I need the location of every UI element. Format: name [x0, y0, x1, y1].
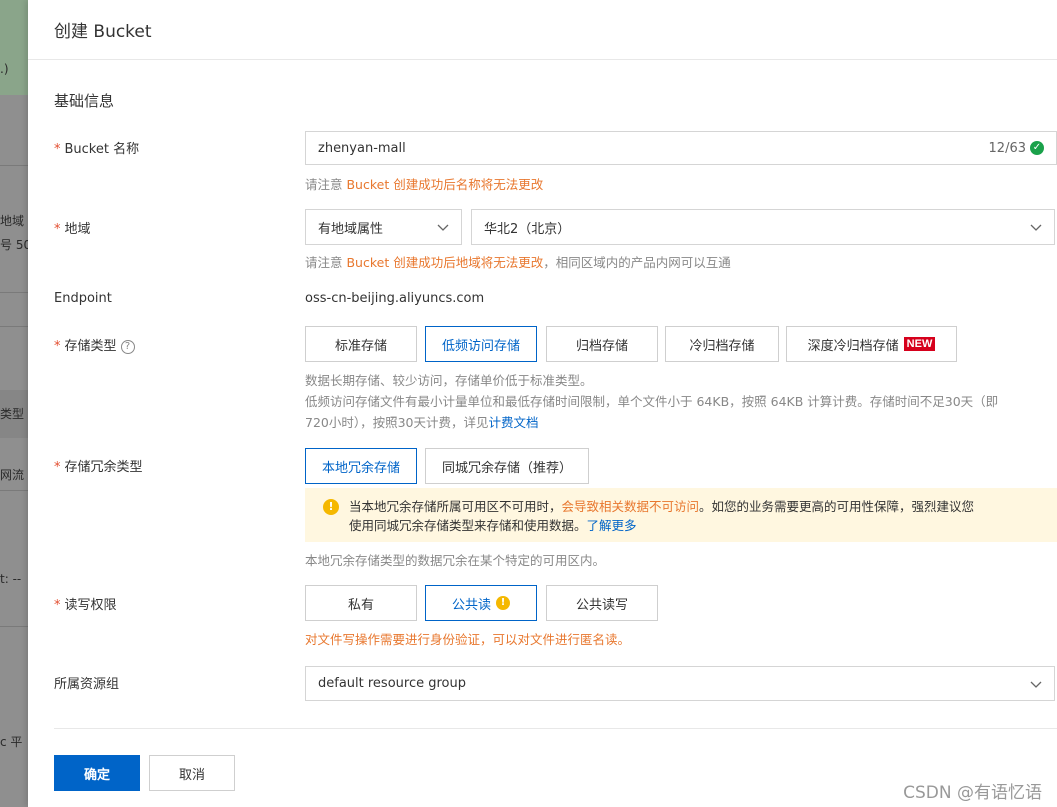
drawer-header: 创建 Bucket [28, 0, 1057, 60]
background-text: c 平 [0, 735, 23, 749]
endpoint-label: Endpoint [54, 291, 112, 306]
background-text: 类型 [0, 407, 25, 421]
footer-divider [54, 728, 1057, 729]
confirm-button[interactable]: 确定 [54, 755, 140, 791]
redundancy-hint: 本地冗余存储类型的数据冗余在某个特定的可用区内。 [305, 553, 606, 568]
section-title: 基础信息 [54, 92, 115, 110]
endpoint-value: oss-cn-beijing.aliyuncs.com [305, 291, 485, 306]
region-attribute-select[interactable]: 有地域属性 [305, 209, 462, 245]
alert-line-1: 当本地冗余存储所属可用区不可用时，会导致相关数据不可访问。如您的业务需要更高的可… [349, 497, 1045, 516]
char-counter: 12/63 [988, 140, 1026, 156]
cancel-button[interactable]: 取消 [149, 755, 235, 791]
storage-option-standard[interactable]: 标准存储 [305, 326, 417, 362]
alert-line-2: 使用同城冗余存储类型来存储和使用数据。了解更多 [349, 516, 1045, 535]
storage-class-hint-3: 720小时），按照30天计费，详见计费文档 [305, 412, 539, 431]
storage-class-hint-1: 数据长期存储、较少访问，存储单价低于标准类型。 [305, 373, 593, 388]
required-marker: * [54, 598, 61, 613]
resource-group-label: 所属资源组 [54, 677, 120, 692]
label-text: Bucket 名称 [64, 142, 140, 157]
option-label: 公共读 [451, 597, 491, 613]
drawer-title: 创建 Bucket [54, 22, 152, 42]
redundancy-option-zrs[interactable]: 同城冗余存储（推荐） [425, 448, 589, 484]
learn-more-link[interactable]: 了解更多 [587, 518, 637, 533]
chevron-down-icon [437, 224, 449, 231]
warning-icon: ! [323, 499, 339, 515]
hint-text: 720小时），按照30天计费，详见 [305, 415, 489, 430]
background-text: t: -- [0, 572, 22, 586]
bucket-name-counter-wrap: 12/63 ✓ [989, 141, 1044, 156]
option-label: 深度冷归档存储 [807, 338, 899, 354]
background-divider [0, 326, 28, 327]
required-marker: * [54, 339, 61, 354]
new-badge: NEW [903, 337, 936, 351]
check-circle-icon: ✓ [1030, 141, 1044, 155]
bucket-name-label: * Bucket 名称 [54, 138, 139, 157]
acl-warning-text: 对文件写操作需要进行身份验证，可以对文件进行匿名读。 [305, 632, 631, 647]
background-divider [0, 165, 28, 166]
hint-warning-text: Bucket 创建成功后名称将无法更改 [346, 177, 544, 192]
storage-class-hint-2: 低频访问存储文件有最小计量单位和最低存储时间限制，单个文件小于 64KB，按照 … [305, 394, 999, 409]
acl-label: * 读写权限 [54, 594, 117, 613]
required-marker: * [54, 222, 61, 237]
background-text: 号 50 [0, 238, 28, 252]
background-divider [0, 626, 28, 627]
background-divider [0, 292, 28, 293]
region-hint: 请注意 Bucket 创建成功后地域将无法更改，相同区域内的产品内网可以互通 [305, 252, 731, 271]
acl-option-private[interactable]: 私有 [305, 585, 417, 621]
chevron-down-icon [1030, 224, 1042, 231]
warning-icon: ! [496, 596, 510, 610]
label-text: 读写权限 [64, 598, 117, 613]
hint-text: 请注意 [305, 255, 347, 270]
alert-warning-text: 会导致相关数据不可访问 [561, 499, 700, 514]
background-text: 地域 [0, 214, 25, 228]
acl-option-public-read-write[interactable]: 公共读写 [546, 585, 658, 621]
alert-text: 。如您的业务需要更高的可用性保障，强烈建议您 [699, 499, 975, 514]
label-text: 存储类型 [64, 339, 117, 354]
select-value: 华北2（北京） [484, 221, 571, 237]
region-label: * 地域 [54, 218, 91, 237]
hint-warning-text: Bucket 创建成功后地域将无法更改 [346, 255, 544, 270]
background-text: .) [0, 62, 9, 76]
storage-class-label: * 存储类型? [54, 335, 135, 354]
chevron-down-icon [1030, 681, 1042, 688]
hint-text: ，相同区域内的产品内网可以互通 [543, 255, 731, 270]
alert-text: 使用同城冗余存储类型来存储和使用数据。 [349, 518, 587, 533]
bucket-name-value: zhenyan-mall [318, 140, 406, 156]
region-select[interactable]: 华北2（北京） [471, 209, 1055, 245]
resource-group-select[interactable]: default resource group [305, 666, 1055, 701]
select-value: default resource group [318, 676, 466, 691]
background-page: .) 地域 号 50 类型 网流 t: -- c 平 [0, 0, 28, 807]
storage-option-archive[interactable]: 归档存储 [546, 326, 658, 362]
storage-option-cold-archive[interactable]: 冷归档存储 [665, 326, 779, 362]
redundancy-label: * 存储冗余类型 [54, 456, 143, 475]
background-text: 网流 [0, 468, 25, 482]
redundancy-warning-alert: ! 当本地冗余存储所属可用区不可用时，会导致相关数据不可访问。如您的业务需要更高… [305, 488, 1057, 542]
acl-option-public-read[interactable]: 公共读! [425, 585, 537, 621]
billing-doc-link[interactable]: 计费文档 [489, 415, 539, 430]
redundancy-option-lrs[interactable]: 本地冗余存储 [305, 448, 417, 484]
storage-option-ia[interactable]: 低频访问存储 [425, 326, 537, 362]
select-value: 有地域属性 [318, 221, 384, 237]
storage-option-deep-cold-archive[interactable]: 深度冷归档存储 NEW [786, 326, 957, 362]
help-icon[interactable]: ? [120, 339, 135, 354]
hint-text: 请注意 [305, 177, 347, 192]
required-marker: * [54, 460, 61, 475]
watermark: CSDN @有语忆语 [903, 783, 1042, 803]
background-banner [0, 0, 28, 95]
bucket-name-input[interactable]: zhenyan-mall 12/63 ✓ [305, 131, 1057, 165]
required-marker: * [54, 142, 61, 157]
create-bucket-drawer: 创建 Bucket 基础信息 * Bucket 名称 zhenyan-mall 1… [28, 0, 1057, 807]
background-divider [0, 490, 28, 491]
bucket-name-hint: 请注意 Bucket 创建成功后名称将无法更改 [305, 174, 543, 193]
label-text: 地域 [64, 222, 91, 237]
alert-text: 当本地冗余存储所属可用区不可用时， [349, 499, 562, 514]
label-text: 存储冗余类型 [64, 460, 143, 475]
